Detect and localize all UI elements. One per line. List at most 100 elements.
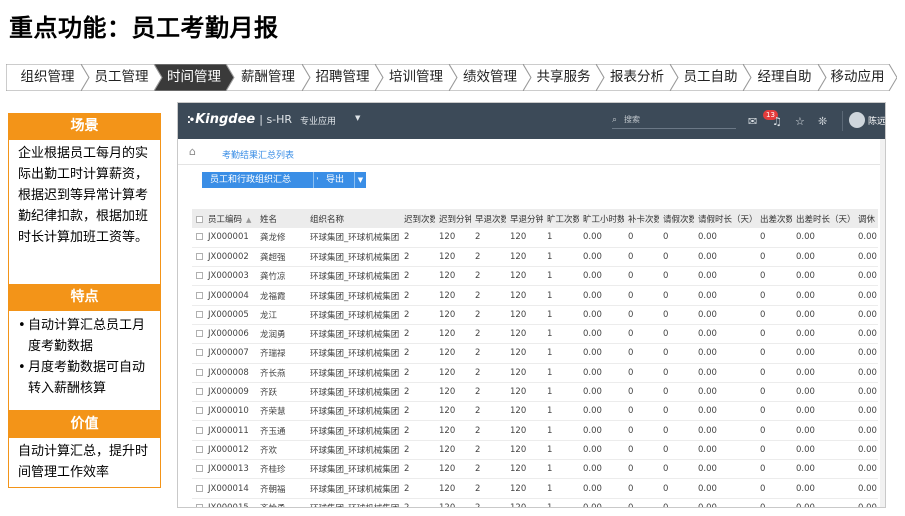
row-checkbox[interactable] bbox=[196, 368, 203, 376]
table-row[interactable]: JX000002 龚超强 环球集团_环球机械集团... 2 120 2 120 1 0.00 0 0… bbox=[192, 247, 878, 268]
row-checkbox[interactable] bbox=[196, 503, 203, 507]
row-checkbox[interactable] bbox=[196, 349, 203, 357]
column-header[interactable]: 组织名称 bbox=[306, 209, 400, 228]
row-checkbox[interactable] bbox=[196, 233, 203, 241]
module-tab-7[interactable]: 绩效管理 bbox=[449, 64, 531, 91]
table-row[interactable]: JX000006 龙润勇 环球集团_环球机械集团... 2 120 2 120 1 0.00 0 0… bbox=[192, 324, 878, 345]
table-cell: 0 bbox=[624, 420, 659, 441]
apps-icon[interactable]: ❊ bbox=[818, 115, 827, 128]
table-row[interactable]: JX000010 齐荣慧 环球集团_环球机械集团... 2 120 2 120 1 0.00 0 0… bbox=[192, 401, 878, 422]
column-header[interactable]: 姓名 bbox=[256, 209, 306, 228]
row-checkbox[interactable] bbox=[196, 310, 203, 318]
row-checkbox[interactable] bbox=[196, 426, 203, 434]
cell-text: 120 bbox=[439, 290, 456, 301]
module-tab-1[interactable]: 组织管理 bbox=[6, 64, 89, 91]
search-input[interactable]: ⌕ 搜索 bbox=[612, 113, 736, 129]
table-row[interactable]: JX000011 齐玉通 环球集团_环球机械集团... 2 120 2 120 1 0.00 0 0… bbox=[192, 420, 878, 441]
table-cell: 120 bbox=[435, 305, 471, 325]
column-header[interactable]: 旷工次数 bbox=[543, 209, 579, 228]
table-row[interactable]: JX000013 齐桂珍 环球集团_环球机械集团... 2 120 2 120 1 0.00 0 0… bbox=[192, 459, 878, 480]
user-name[interactable]: 陈远 bbox=[868, 114, 885, 127]
row-checkbox[interactable] bbox=[196, 330, 203, 338]
cell-text: 0.00 bbox=[858, 290, 877, 301]
table-row[interactable]: JX000012 齐欢 环球集团_环球机械集团... 2 120 2 120 1 0.00 0 0 0… bbox=[192, 440, 878, 461]
cell-text: 0 bbox=[663, 444, 669, 455]
avatar[interactable] bbox=[849, 112, 865, 128]
table-cell: 0.00 bbox=[694, 420, 756, 441]
module-tab-12[interactable]: 移动应用 bbox=[818, 64, 897, 91]
column-header[interactable]: 调休 bbox=[854, 209, 878, 228]
column-header[interactable]: 请假时长（天） bbox=[694, 209, 756, 228]
table-cell: 120 bbox=[506, 363, 543, 383]
summary-button[interactable]: 员工和行政组织汇总▼ bbox=[202, 172, 325, 188]
module-tab-8[interactable]: 共享服务 bbox=[523, 64, 604, 91]
module-tab-10[interactable]: 员工自助 bbox=[670, 64, 751, 91]
cell-text: 120 bbox=[439, 483, 456, 494]
row-checkbox[interactable] bbox=[196, 291, 203, 299]
cell-text: 120 bbox=[439, 367, 456, 378]
table-cell: 0 bbox=[624, 285, 659, 306]
module-tab-3[interactable]: 时间管理 bbox=[154, 64, 234, 91]
cell-text: 齐跃 bbox=[260, 388, 278, 399]
column-header-label: 旷工小时数 bbox=[583, 214, 624, 225]
row-checkbox[interactable] bbox=[196, 252, 203, 260]
column-header[interactable]: 出差时长（天） bbox=[792, 209, 854, 228]
cell-text: 0.00 bbox=[698, 406, 717, 417]
column-header[interactable]: 出差次数 bbox=[756, 209, 792, 228]
table-cell: 120 bbox=[435, 285, 471, 306]
column-header[interactable]: 迟到次数 bbox=[400, 209, 435, 228]
column-header[interactable]: 迟到分钟 bbox=[435, 209, 471, 228]
sort-icon[interactable]: ▲ bbox=[246, 216, 251, 224]
module-tab-11[interactable]: 经理自助 bbox=[743, 64, 826, 91]
chevron-down-icon[interactable]: ▼ bbox=[355, 114, 360, 122]
table-cell: JX000015 bbox=[192, 498, 256, 507]
table-row[interactable]: JX000003 龚竹凉 环球集团_环球机械集团... 2 120 2 120 1 0.00 0 0… bbox=[192, 266, 878, 287]
table-row[interactable]: JX000015 齐恰勇 环球集团_环球机械集团... 2 120 2 120 1 0.00 0 0… bbox=[192, 498, 878, 507]
table-cell: 120 bbox=[506, 285, 543, 306]
star-icon[interactable]: ☆ bbox=[795, 115, 805, 128]
row-checkbox[interactable] bbox=[196, 407, 203, 415]
row-checkbox[interactable] bbox=[196, 484, 203, 492]
column-header[interactable]: 旷工小时数 bbox=[579, 209, 624, 228]
bell-icon[interactable]: ♫ bbox=[772, 115, 782, 128]
professional-app-menu[interactable]: 专业应用 bbox=[300, 114, 336, 127]
table-cell: 环球集团_环球机械集团... bbox=[306, 363, 400, 383]
chevron-down-icon[interactable]: ▼ bbox=[354, 172, 366, 188]
column-header[interactable]: 补卡次数 bbox=[624, 209, 659, 228]
table-row[interactable]: JX000004 龙福霞 环球集团_环球机械集团... 2 120 2 120 1 0.00 0 0… bbox=[192, 285, 878, 306]
table-cell: 环球集团_环球机械集团... bbox=[306, 247, 400, 268]
module-tab-2[interactable]: 员工管理 bbox=[81, 64, 162, 91]
column-header[interactable]: 早退分钟 bbox=[506, 209, 543, 228]
module-tab-6[interactable]: 培训管理 bbox=[375, 64, 457, 91]
table-row[interactable]: JX000001 龚龙修 环球集团_环球机械集团... 2 120 2 120 1 0.00 0 0… bbox=[192, 228, 878, 248]
home-icon[interactable]: ⌂ bbox=[189, 145, 196, 158]
column-header[interactable]: 员工编码 ▲ bbox=[192, 209, 256, 228]
export-button[interactable]: 导出 ▼ bbox=[318, 172, 366, 188]
cell-text: 0 bbox=[760, 329, 766, 340]
module-tab-4[interactable]: 薪酬管理 bbox=[226, 64, 310, 91]
breadcrumb-link[interactable]: 考勤结果汇总列表 bbox=[222, 148, 294, 161]
table-cell: 龙江 bbox=[256, 305, 306, 325]
table-row[interactable]: JX000014 齐朝福 环球集团_环球机械集团... 2 120 2 120 1 0.00 0 0… bbox=[192, 478, 878, 499]
table-row[interactable]: JX000009 齐跃 环球集团_环球机械集团... 2 120 2 120 1 0.00 0 0 0… bbox=[192, 382, 878, 403]
module-tab-9[interactable]: 报表分析 bbox=[596, 64, 678, 91]
table-row[interactable]: JX000008 齐长燕 环球集团_环球机械集团... 2 120 2 120 1 0.00 0 0… bbox=[192, 363, 878, 383]
table-cell: 环球集团_环球机械集团... bbox=[306, 440, 400, 461]
message-icon[interactable]: ✉ bbox=[748, 115, 757, 128]
column-header[interactable]: 早退次数 bbox=[471, 209, 506, 228]
table-row[interactable]: JX000007 齐瑞禄 环球集团_环球机械集团... 2 120 2 120 1 0.00 0 0… bbox=[192, 343, 878, 364]
column-header[interactable]: 请假次数 bbox=[659, 209, 694, 228]
select-all-checkbox[interactable] bbox=[196, 215, 203, 223]
row-checkbox[interactable] bbox=[196, 388, 203, 396]
table-cell: 1 bbox=[543, 459, 579, 480]
row-checkbox[interactable] bbox=[196, 272, 203, 280]
row-checkbox[interactable] bbox=[196, 445, 203, 453]
table-cell: 120 bbox=[506, 382, 543, 403]
module-tab-5[interactable]: 招聘管理 bbox=[302, 64, 383, 91]
table-cell: 0.00 bbox=[579, 363, 624, 383]
vertical-scrollbar[interactable] bbox=[880, 139, 885, 507]
cell-text: 0.00 bbox=[858, 483, 877, 494]
cell-text: 0 bbox=[760, 464, 766, 475]
table-row[interactable]: JX000005 龙江 环球集团_环球机械集团... 2 120 2 120 1 0.00 0 0 0… bbox=[192, 305, 878, 325]
row-checkbox[interactable] bbox=[196, 465, 203, 473]
